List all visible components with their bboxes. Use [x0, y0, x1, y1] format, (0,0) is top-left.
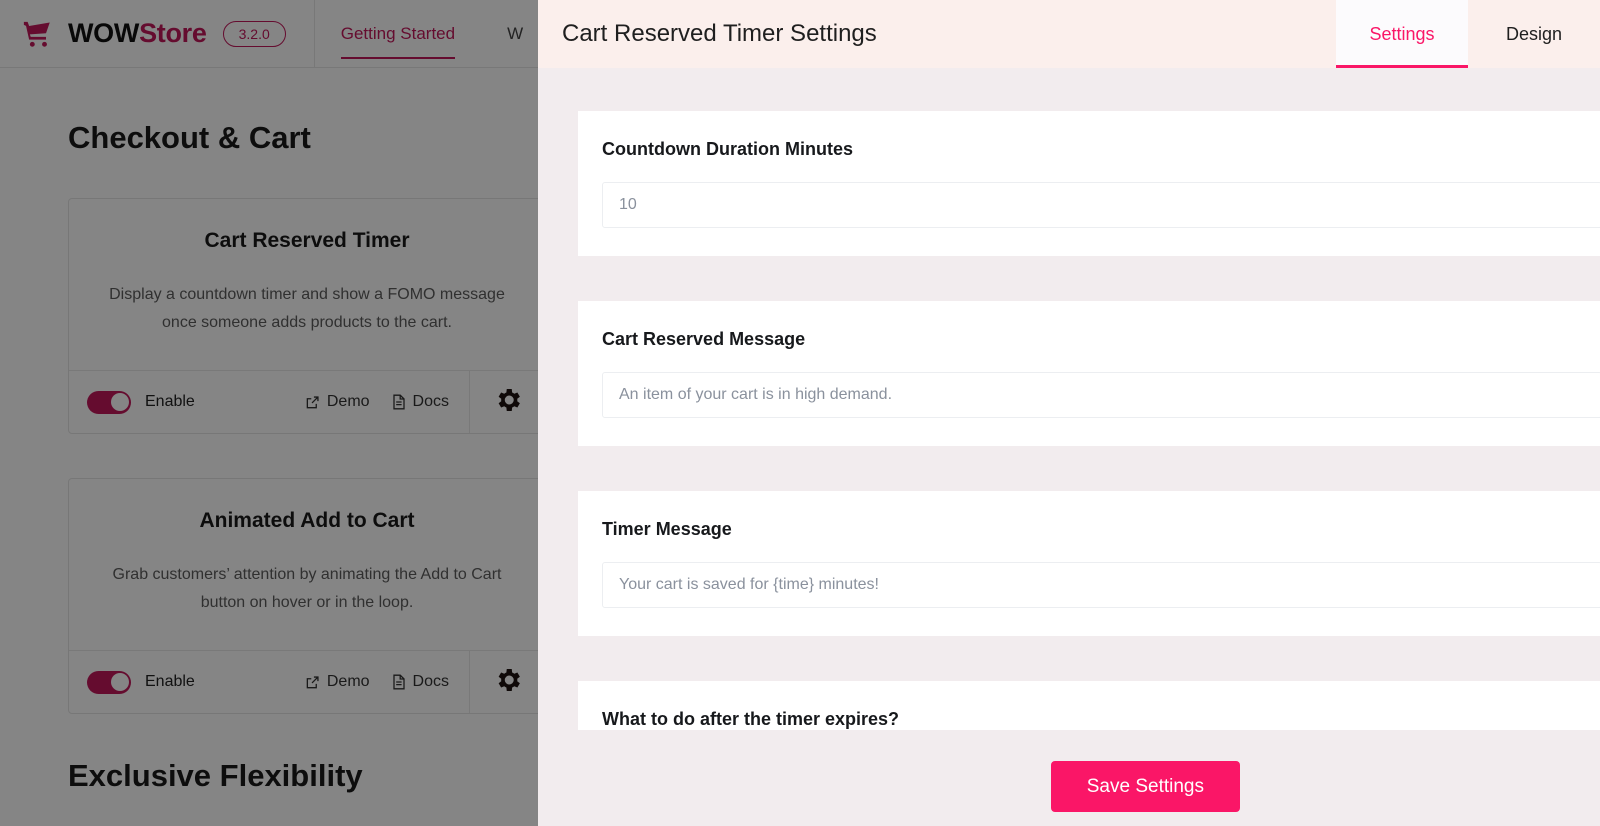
cart-reserved-timer-settings-panel: Cart Reserved Timer Settings Settings De…: [538, 0, 1600, 826]
tab-settings[interactable]: Settings: [1336, 0, 1468, 68]
field-label: Timer Message: [602, 519, 732, 539]
tab-design[interactable]: Design: [1468, 0, 1600, 68]
panel-body: Countdown Duration Minutes Cart Reserved…: [538, 68, 1600, 826]
countdown-duration-input[interactable]: [602, 182, 1600, 228]
field-countdown-duration-minutes: Countdown Duration Minutes: [578, 111, 1600, 256]
field-timer-message: Timer Message: [578, 491, 1600, 636]
field-label: What to do after the timer expires?: [602, 709, 900, 729]
field-timer-expiry-action: What to do after the timer expires?: [578, 681, 1600, 730]
panel-footer: Save Settings: [538, 746, 1600, 826]
panel-header: Cart Reserved Timer Settings Settings De…: [538, 0, 1600, 68]
panel-title: Cart Reserved Timer Settings: [562, 20, 877, 47]
timer-message-input[interactable]: [602, 562, 1600, 608]
field-label: Cart Reserved Message: [602, 329, 806, 349]
save-settings-button[interactable]: Save Settings: [1050, 760, 1240, 812]
panel-tabs: Settings Design: [1336, 0, 1600, 68]
cart-reserved-message-input[interactable]: [602, 372, 1600, 418]
tab-label: Design: [1505, 23, 1563, 44]
field-label: Countdown Duration Minutes: [602, 139, 853, 159]
tab-label: Settings: [1369, 23, 1435, 44]
field-cart-reserved-message: Cart Reserved Message: [578, 301, 1600, 446]
